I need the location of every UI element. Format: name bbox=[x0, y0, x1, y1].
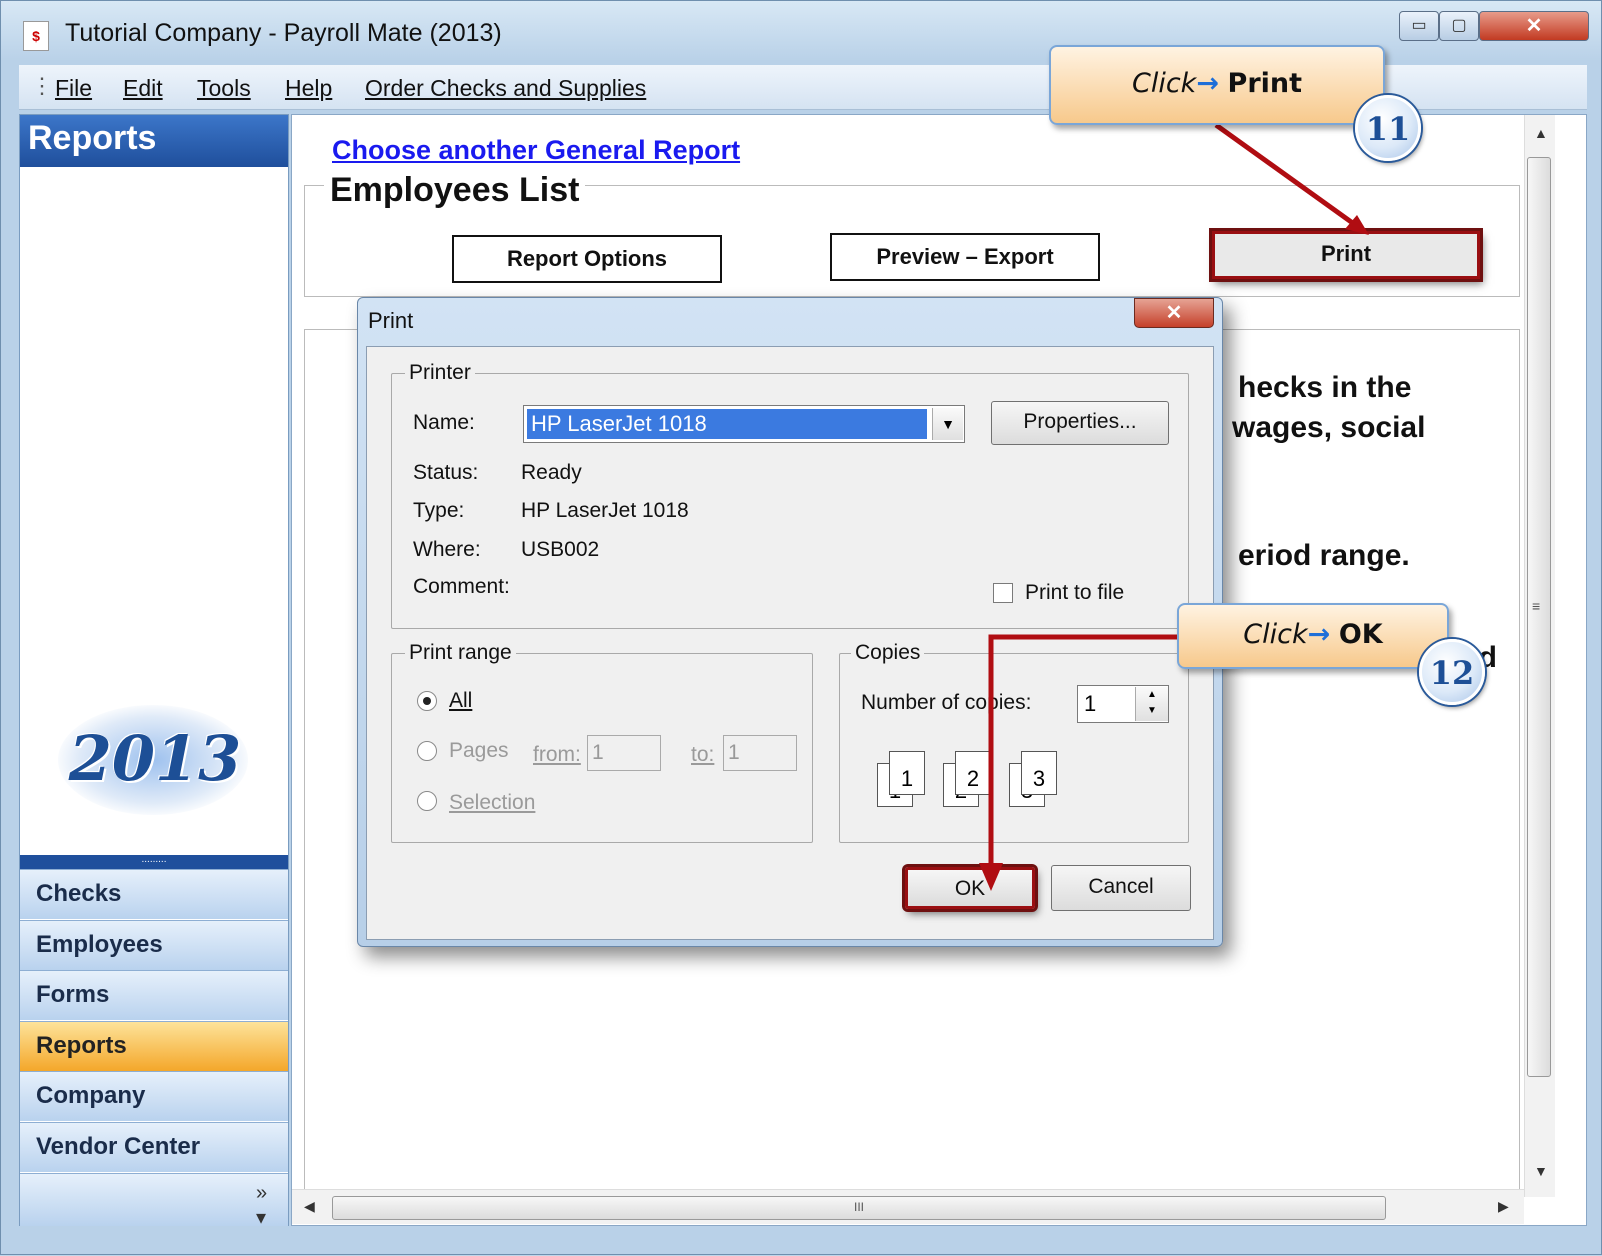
callout-step12: Click→ OK bbox=[1177, 603, 1449, 669]
arrowhead-step12 bbox=[979, 863, 1003, 891]
arrow-line-step12 bbox=[988, 634, 1179, 873]
arrow-line-step11 bbox=[1214, 122, 1363, 232]
step-12-badge: 12 bbox=[1419, 639, 1485, 705]
callout-step11: Click→ Print bbox=[1049, 45, 1385, 125]
app-window: $ Tutorial Company - Payroll Mate (2013)… bbox=[0, 0, 1602, 1255]
step-11-badge: 11 bbox=[1355, 95, 1421, 161]
